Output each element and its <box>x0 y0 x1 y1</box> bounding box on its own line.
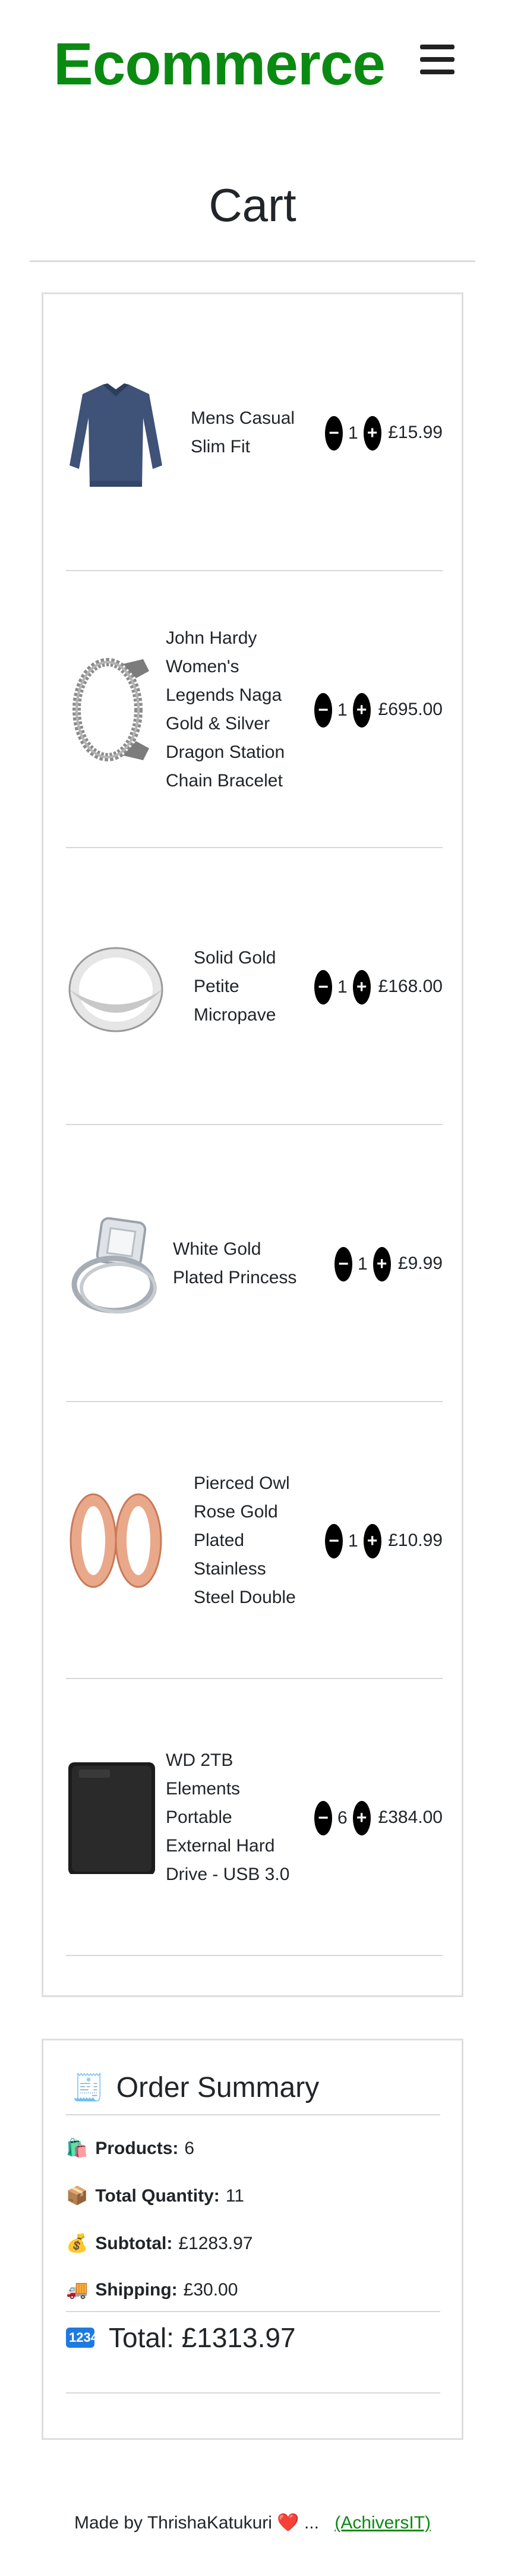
numbers-icon: 1234 <box>66 2328 98 2348</box>
products-value: 6 <box>184 2139 195 2158</box>
quantity-stepper: − 6 + <box>314 1801 371 1835</box>
quantity-value: 6 <box>337 1808 348 1828</box>
cart-item-name: John Hardy Women's Legends Naga Gold & S… <box>166 628 285 791</box>
cart-item-name: Pierced Owl Rose Gold Plated Stainless S… <box>194 1473 296 1607</box>
decrease-qty-button[interactable]: − <box>334 1247 352 1281</box>
cart-item: Solid Gold Petite Micropave − 1 + £168.0… <box>66 848 443 1125</box>
quantity-stepper: − 1 + <box>325 1524 381 1558</box>
quantity-value: 1 <box>348 1531 358 1551</box>
quantity-value: 1 <box>348 423 358 443</box>
item-price: £695.00 <box>378 700 443 719</box>
quantity-value: 1 <box>337 977 348 997</box>
item-price: £10.99 <box>388 1531 443 1550</box>
cart-item-name: Solid Gold Petite Micropave <box>194 948 276 1025</box>
order-summary: 🧾 Order Summary 🛍️ Products: 6 📦 Total Q… <box>42 2039 463 2440</box>
product-image-ring <box>68 947 163 1032</box>
quantity-value: 1 <box>337 700 348 720</box>
summary-quantity-row: 📦 Total Quantity: 11 <box>66 2184 244 2208</box>
cart-item: Pierced Owl Rose Gold Plated Stainless S… <box>66 1402 443 1679</box>
cart-item-name: Mens Casual Slim Fit <box>191 408 295 456</box>
product-image-earrings <box>70 1493 162 1588</box>
cart-item: Mens Casual Slim Fit − 1 + £15.99 <box>66 294 443 571</box>
cart-item-name: WD 2TB Elements Portable External Hard D… <box>166 1750 290 1884</box>
quantity-total-value: 11 <box>225 2186 244 2206</box>
brand-logo[interactable]: Ecommerce <box>53 29 386 100</box>
heart-icon: ❤️ <box>277 2513 299 2533</box>
product-image-hard-drive <box>68 1762 155 1874</box>
quantity-stepper: − 1 + <box>325 416 381 451</box>
shopping-bag-icon: 🛍️ <box>66 2139 89 2158</box>
divider <box>30 260 475 262</box>
increase-qty-button[interactable]: + <box>373 1247 391 1281</box>
product-image-shirt <box>70 383 162 487</box>
divider <box>66 2392 440 2394</box>
cart-item: WD 2TB Elements Portable External Hard D… <box>66 1679 443 1956</box>
summary-heading: 🧾 Order Summary <box>72 2070 319 2106</box>
divider <box>66 1955 443 1956</box>
package-icon: 📦 <box>66 2186 89 2206</box>
item-price: £168.00 <box>378 977 443 996</box>
shipping-value: £30.00 <box>183 2280 238 2300</box>
products-label: Products: <box>95 2139 179 2158</box>
shipping-label: Shipping: <box>95 2280 178 2300</box>
increase-qty-button[interactable]: + <box>352 693 371 728</box>
page-title: Cart <box>209 179 296 231</box>
summary-title: Order Summary <box>116 2072 320 2103</box>
decrease-qty-button[interactable]: − <box>314 970 332 1004</box>
cart-item: White Gold Plated Princess − 1 + £9.99 <box>66 1125 443 1402</box>
product-image-bracelet <box>72 658 149 761</box>
decrease-qty-button[interactable]: − <box>325 416 343 451</box>
total-text: Total: £1313.97 <box>109 2322 296 2353</box>
order-total: 1234 Total: £1313.97 <box>66 2320 296 2355</box>
quantity-stepper: − 1 + <box>314 693 371 728</box>
decrease-qty-button[interactable]: − <box>314 693 332 728</box>
summary-shipping-row: 🚚 Shipping: £30.00 <box>66 2278 238 2302</box>
summary-products-row: 🛍️ Products: 6 <box>66 2137 194 2161</box>
cart-item-name: White Gold Plated Princess <box>173 1239 297 1287</box>
quantity-stepper: − 1 + <box>314 970 371 1004</box>
quantity-stepper: − 1 + <box>334 1247 391 1281</box>
navbar: Ecommerce <box>0 0 505 131</box>
delivery-truck-icon: 🚚 <box>66 2280 89 2300</box>
item-price: £15.99 <box>388 423 443 442</box>
footer-ellipsis: ... <box>304 2513 319 2533</box>
decrease-qty-button[interactable]: − <box>325 1524 343 1558</box>
increase-qty-button[interactable]: + <box>363 1524 381 1558</box>
achiversit-link[interactable]: (AchiversIT) <box>334 2513 431 2533</box>
divider <box>66 2114 440 2115</box>
footer-credit: Made by ThrishaKatukuri <box>74 2513 272 2533</box>
divider <box>66 2311 440 2312</box>
increase-qty-button[interactable]: + <box>352 1801 371 1835</box>
summary-subtotal-row: 💰 Subtotal: £1283.97 <box>66 2232 252 2256</box>
increase-qty-button[interactable]: + <box>363 416 381 451</box>
cart-list: Mens Casual Slim Fit − 1 + £15.99 John H… <box>42 292 463 1997</box>
product-image-princess-ring <box>71 1217 157 1314</box>
item-price: £9.99 <box>397 1254 443 1273</box>
item-price: £384.00 <box>378 1807 443 1827</box>
subtotal-value: £1283.97 <box>178 2234 253 2253</box>
cart-item: John Hardy Women's Legends Naga Gold & S… <box>66 571 443 848</box>
money-bag-icon: 💰 <box>66 2234 89 2253</box>
increase-qty-button[interactable]: + <box>352 970 371 1004</box>
subtotal-label: Subtotal: <box>95 2234 173 2253</box>
quantity-label: Total Quantity: <box>95 2186 220 2206</box>
footer: Made by ThrishaKatukuri ❤️ ... (Achivers… <box>0 2511 505 2535</box>
quantity-value: 1 <box>358 1254 368 1274</box>
hamburger-menu-icon[interactable] <box>420 45 454 74</box>
receipt-icon: 🧾 <box>72 2073 105 2102</box>
decrease-qty-button[interactable]: − <box>314 1801 332 1835</box>
